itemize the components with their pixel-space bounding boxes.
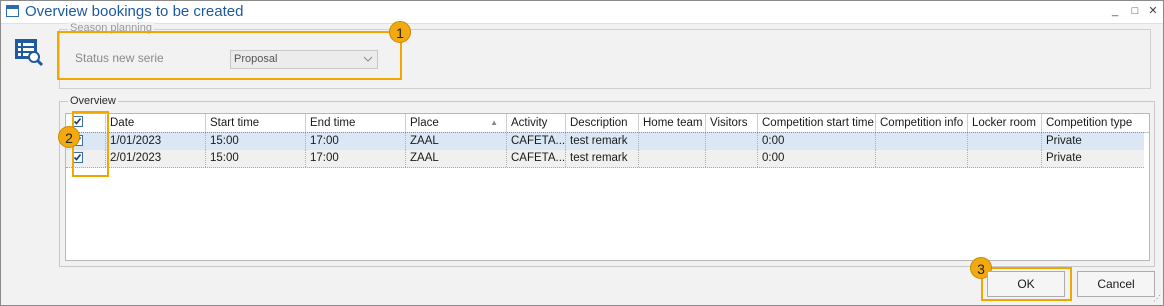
column-header-place[interactable]: Place ▲	[405, 114, 506, 132]
cell-visitors[interactable]	[705, 150, 757, 167]
cell-competition-type[interactable]: Private	[1041, 150, 1144, 167]
column-header-home-team[interactable]: Home team	[638, 114, 705, 132]
column-header-description[interactable]: Description	[565, 114, 638, 132]
cell-competition-info[interactable]	[875, 133, 967, 150]
column-header-end-time[interactable]: End time	[305, 114, 405, 132]
cell-activity[interactable]: CAFETA...	[506, 150, 565, 167]
sort-ascending-icon: ▲	[490, 118, 498, 127]
cell-competition-start-time[interactable]: 0:00	[757, 133, 875, 150]
title-bar: Overview bookings to be created _ □ ✕	[1, 1, 1163, 24]
column-header-competition-start-time[interactable]: Competition start time	[757, 114, 875, 132]
cell-place[interactable]: ZAAL	[405, 150, 506, 167]
cell-place[interactable]: ZAAL	[405, 133, 506, 150]
cell-activity[interactable]: CAFETA...	[506, 133, 565, 150]
cell-competition-info[interactable]	[875, 150, 967, 167]
cancel-button[interactable]: Cancel	[1077, 271, 1155, 297]
window-title: Overview bookings to be created	[25, 3, 244, 20]
cell-start-time[interactable]: 15:00	[205, 133, 305, 150]
minimize-icon[interactable]: _	[1107, 3, 1123, 19]
callout-box-checkboxes	[72, 111, 109, 177]
column-header-locker-room[interactable]: Locker room	[967, 114, 1041, 132]
maximize-icon[interactable]: □	[1127, 3, 1143, 19]
cell-home-team[interactable]	[638, 150, 705, 167]
cell-locker-room[interactable]	[967, 150, 1041, 167]
callout-box-season	[57, 31, 402, 80]
resize-grip-icon[interactable]: ⋰	[1153, 294, 1161, 303]
cell-start-time[interactable]: 15:00	[205, 150, 305, 167]
cell-end-time[interactable]: 17:00	[305, 150, 405, 167]
dialog-window: Overview bookings to be created _ □ ✕ Se…	[0, 0, 1164, 306]
cell-visitors[interactable]	[705, 133, 757, 150]
cell-date[interactable]: 2/01/2023	[105, 150, 205, 167]
cell-competition-type[interactable]: Private	[1041, 133, 1144, 150]
window-icon	[6, 5, 19, 17]
table-row[interactable]: 1/01/2023 15:00 17:00 ZAAL CAFETA... tes…	[66, 132, 1144, 151]
column-header-place-label: Place	[410, 117, 439, 129]
column-header-start-time[interactable]: Start time	[205, 114, 305, 132]
bookings-grid: Date Start time End time Place ▲ Activit…	[65, 113, 1150, 261]
column-header-competition-info[interactable]: Competition info	[875, 114, 967, 132]
cell-home-team[interactable]	[638, 133, 705, 150]
column-header-visitors[interactable]: Visitors	[705, 114, 757, 132]
cell-date[interactable]: 1/01/2023	[105, 133, 205, 150]
grid-header: Date Start time End time Place ▲ Activit…	[66, 114, 1149, 133]
table-row[interactable]: 2/01/2023 15:00 17:00 ZAAL CAFETA... tes…	[66, 150, 1144, 168]
cell-competition-start-time[interactable]: 0:00	[757, 150, 875, 167]
cell-description[interactable]: test remark	[565, 133, 638, 150]
column-header-date[interactable]: Date	[105, 114, 205, 132]
overview-legend: Overview	[68, 95, 118, 107]
cell-description[interactable]: test remark	[565, 150, 638, 167]
column-header-competition-type[interactable]: Competition type	[1041, 114, 1144, 132]
column-header-activity[interactable]: Activity	[506, 114, 565, 132]
cell-end-time[interactable]: 17:00	[305, 133, 405, 150]
callout-badge-2: 2	[58, 126, 80, 148]
cell-locker-room[interactable]	[967, 133, 1041, 150]
close-icon[interactable]: ✕	[1145, 3, 1161, 19]
booking-list-icon	[14, 38, 44, 68]
ok-button[interactable]: OK	[987, 271, 1065, 297]
callout-badge-1: 1	[389, 21, 411, 43]
overview-group: Overview Date Start time End time Place …	[59, 95, 1155, 267]
